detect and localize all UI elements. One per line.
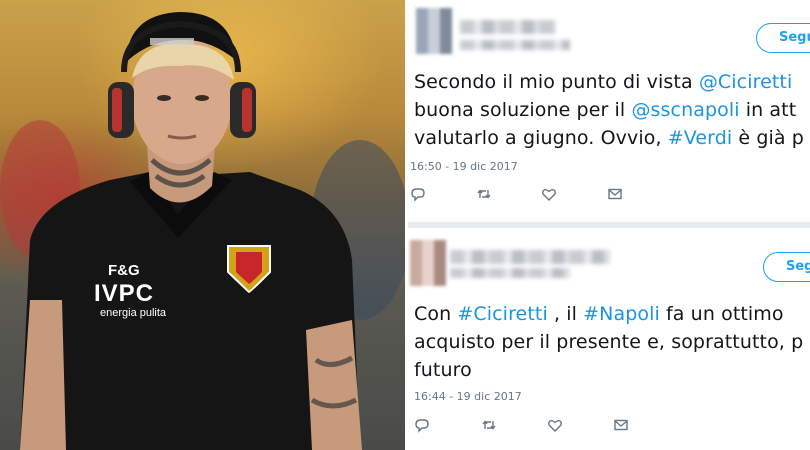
display-name-blurred[interactable] <box>460 20 556 34</box>
retweet-icon[interactable] <box>476 186 492 202</box>
tweet-text-fragment: è già p <box>732 127 804 149</box>
tweet-line: Secondo il mio punto di vista @Ciciretti <box>414 68 804 96</box>
tweet-timestamp[interactable]: 16:50 - 19 dic 2017 <box>410 160 518 173</box>
tweet-line: acquisto per il presente e, soprattutto,… <box>414 331 804 353</box>
tweet-actions <box>408 417 810 437</box>
retweet-icon[interactable] <box>481 417 497 433</box>
tweet-text: Con #Ciciretti , il #Napoli fa un ottimo… <box>414 300 803 384</box>
like-icon[interactable] <box>547 417 563 433</box>
tweet-text-fragment: in att <box>739 99 797 121</box>
reply-icon[interactable] <box>414 417 430 433</box>
tweet-timestamp[interactable]: 16:44 - 19 dic 2017 <box>414 390 522 403</box>
mention-link[interactable]: @Ciciretti <box>699 71 793 93</box>
mention-link[interactable]: @sscnapoli <box>631 99 739 121</box>
tweet-line: buona soluzione per il @sscnapoli in att <box>414 96 804 124</box>
username-blurred <box>460 40 570 50</box>
tweet-text-fragment: Secondo il mio punto di vista <box>414 71 699 93</box>
tweet-text-fragment: fa un ottimo <box>659 303 784 325</box>
username-blurred <box>450 268 570 278</box>
tweet-line: valutarlo a giugno. Ovvio, #Verdi è già … <box>414 124 804 152</box>
tweet-actions <box>408 186 810 206</box>
tweet-text-fragment: Con <box>414 303 458 325</box>
tweet-text-fragment: valutarlo a giugno. Ovvio, <box>414 127 668 149</box>
sponsor-logo-main: IVPC <box>94 280 155 307</box>
avatar[interactable] <box>416 8 452 54</box>
direct-message-icon[interactable] <box>607 186 623 202</box>
player-photo: F&G IVPC energia pulita <box>0 0 405 450</box>
hashtag-link[interactable]: #Napoli <box>583 303 660 325</box>
sponsor-logo-top: F&G <box>108 262 140 279</box>
avatar[interactable] <box>410 240 446 286</box>
follow-button[interactable]: Segu <box>763 252 810 282</box>
hashtag-link[interactable]: #Ciciretti <box>457 303 547 325</box>
tweet-card: Segu Con #Ciciretti , il #Napoli fa un o… <box>408 228 810 450</box>
direct-message-icon[interactable] <box>613 417 629 433</box>
sponsor-logo-sub: energia pulita <box>100 307 167 319</box>
player-illustration <box>0 12 405 450</box>
follow-button[interactable]: Segui <box>756 23 810 53</box>
display-name-blurred[interactable] <box>450 250 610 264</box>
like-icon[interactable] <box>541 186 557 202</box>
tweet-text-fragment: , il <box>547 303 584 325</box>
tweet-card: Segui Secondo il mio punto di vista @Cic… <box>408 0 810 222</box>
tweets-panel: Segui Secondo il mio punto di vista @Cic… <box>408 0 810 450</box>
hashtag-link[interactable]: #Verdi <box>668 127 733 149</box>
tweet-line: futuro <box>414 359 472 381</box>
tweet-line: Con #Ciciretti , il #Napoli fa un ottimo <box>414 300 803 328</box>
reply-icon[interactable] <box>410 186 426 202</box>
tweet-text: Secondo il mio punto di vista @Ciciretti… <box>414 68 804 152</box>
tweet-text-fragment: buona soluzione per il <box>414 99 632 121</box>
